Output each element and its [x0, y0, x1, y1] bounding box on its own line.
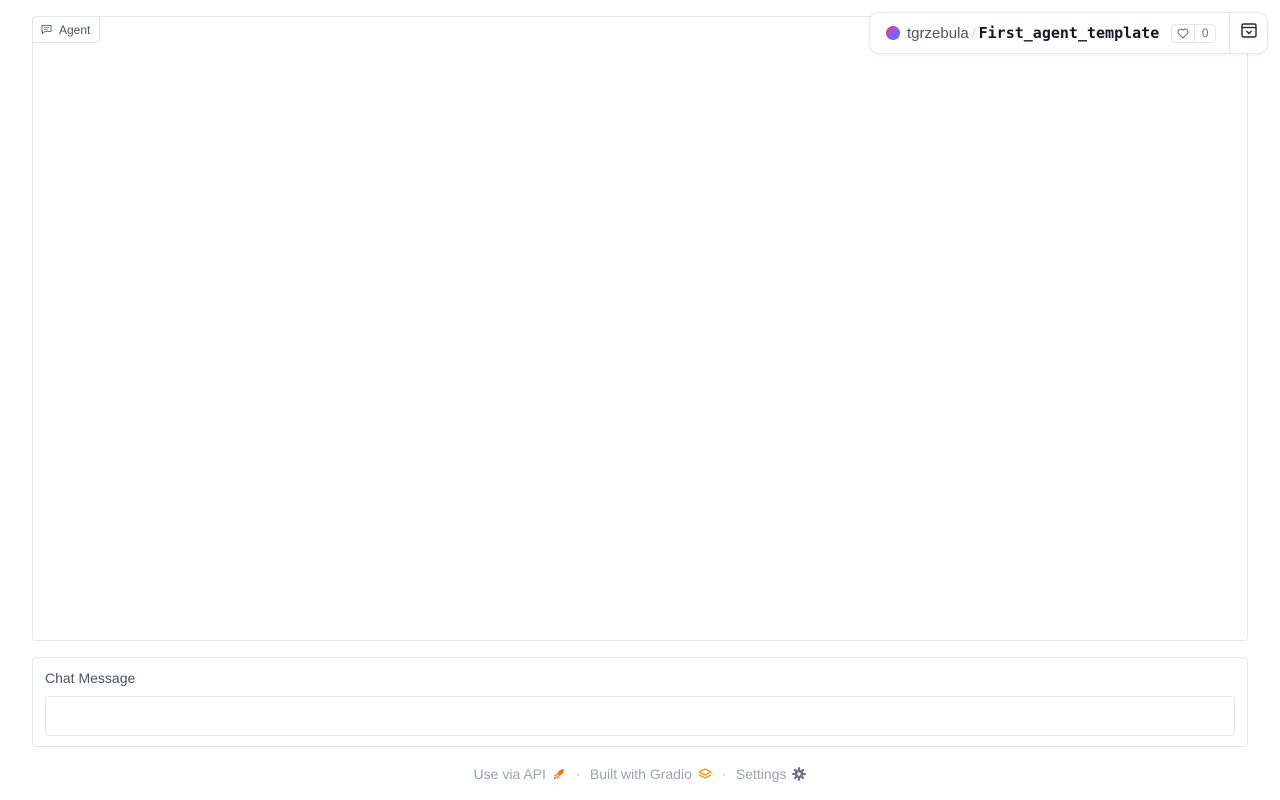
- space-separator: /: [971, 25, 976, 41]
- space-name[interactable]: First_agent_template: [979, 24, 1160, 42]
- like-count: 0: [1201, 26, 1209, 40]
- heart-icon: [1172, 24, 1196, 42]
- gradio-logo-icon: [698, 767, 712, 781]
- chat-message-input[interactable]: [45, 696, 1235, 736]
- space-info[interactable]: tgrzebula / First_agent_template 0: [870, 13, 1229, 53]
- collapse-button[interactable]: [1229, 13, 1267, 53]
- space-owner[interactable]: tgrzebula: [907, 25, 969, 42]
- space-header: tgrzebula / First_agent_template 0: [869, 12, 1268, 54]
- like-button[interactable]: 0: [1171, 23, 1217, 43]
- chatbot-label-text: Agent: [59, 22, 91, 37]
- chatbot-label: Agent: [32, 16, 101, 43]
- rocket-icon: [552, 767, 566, 781]
- chat-message-label: Chat Message: [45, 670, 136, 686]
- built-with-gradio-link[interactable]: Built with Gradio: [590, 766, 712, 782]
- settings-link[interactable]: Settings: [736, 766, 807, 782]
- footer-separator: ·: [721, 767, 726, 781]
- settings-label: Settings: [735, 766, 787, 782]
- chat-bubble-icon: [41, 24, 52, 35]
- space-avatar: [886, 26, 900, 40]
- app-root: Agent tgrzebula / First_agent_template 0: [0, 0, 1280, 800]
- built-with-gradio-label: Built with Gradio: [589, 766, 692, 782]
- use-via-api-link[interactable]: Use via API: [474, 766, 566, 782]
- chat-message-panel: Chat Message: [32, 657, 1248, 747]
- chatbot-panel[interactable]: Agent: [32, 16, 1248, 641]
- use-via-api-label: Use via API: [473, 766, 546, 782]
- footer-separator: ·: [575, 767, 580, 781]
- collapse-icon: [1240, 23, 1257, 43]
- gear-icon: [792, 767, 807, 781]
- footer: Use via API · Built with Gradio · Settin…: [0, 762, 1280, 786]
